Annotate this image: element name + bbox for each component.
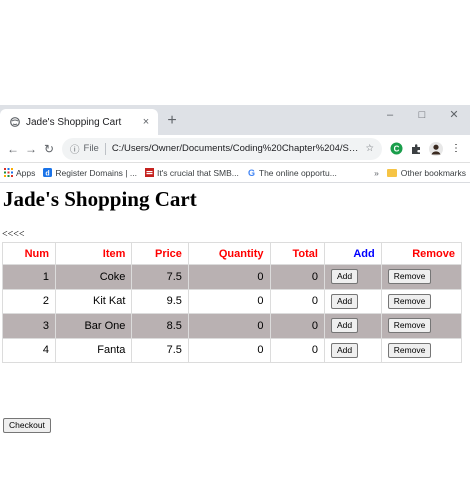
maximize-icon[interactable]: □ [406,105,438,129]
bookmark-star-icon[interactable]: ☆ [365,143,374,154]
add-button[interactable]: Add [330,342,359,358]
cell-total: 0 [269,313,325,339]
bookmark-register-domains[interactable]: d Register Domains | ... [43,168,137,178]
back-link[interactable]: <<<< [0,228,470,242]
folder-icon [386,168,397,177]
bookmark-apps[interactable]: Apps [4,168,35,178]
bookmark-label: Apps [16,167,36,178]
omnibox-divider [104,142,106,155]
extensions-puzzle-icon[interactable] [408,141,424,157]
cell-total: 0 [269,288,325,314]
menu-kebab-icon[interactable]: ⋮ [448,141,464,157]
cell-add: Add [323,288,382,314]
cell-quantity: 0 [187,337,271,363]
other-bookmarks-label: Other bookmarks [400,167,466,178]
info-icon[interactable]: ⓘ [70,142,80,156]
add-button[interactable]: Add [330,293,359,309]
browser-chrome: Jade's Shopping Cart × + – □ ✕ ← → ↻ ⓘ F… [0,105,470,183]
cell-price: 9.5 [131,288,189,314]
svg-text:d: d [46,171,50,178]
svg-text:C: C [393,145,399,154]
table-header-row: Num Item Price Quantity Total Add Remove [1,242,463,265]
header-num: Num [1,242,57,265]
back-arrow-icon[interactable]: ← [4,142,22,156]
new-tab-button[interactable]: + [164,113,180,129]
cell-quantity: 0 [187,288,271,314]
bookmarks-overflow-icon[interactable]: » [374,168,379,178]
header-price: Price [131,242,189,265]
header-remove: Remove [380,242,463,265]
cell-item: Bar One [55,313,133,339]
cell-price: 8.5 [131,313,189,339]
url-text: C:/Users/Owner/Documents/Coding%20Chapte… [111,143,362,154]
add-button[interactable]: Add [330,318,359,334]
cell-remove: Remove [380,264,463,290]
cell-quantity: 0 [187,264,271,290]
cell-num: 3 [1,313,57,339]
reload-icon[interactable]: ↻ [40,142,58,156]
cart-table: Num Item Price Quantity Total Add Remove… [1,242,463,363]
header-quantity: Quantity [187,242,271,265]
checkout-button[interactable]: Checkout [3,418,51,433]
cell-remove: Remove [380,288,463,314]
cell-item: Fanta [55,337,133,363]
cell-add: Add [323,264,382,290]
cell-price: 7.5 [131,264,189,290]
google-icon: G [247,168,256,178]
browser-tab[interactable]: Jade's Shopping Cart × [0,109,158,135]
profile-avatar-icon[interactable] [428,141,444,157]
cell-item: Kit Kat [55,288,133,314]
file-label: File [83,143,99,154]
news-site-icon [144,168,154,177]
cell-num: 2 [1,288,57,314]
table-row: 4 Fanta 7.5 0 0 Add Remove [1,337,463,363]
cell-num: 1 [1,264,57,290]
tab-strip: Jade's Shopping Cart × + – □ ✕ [0,105,470,135]
cell-add: Add [323,337,382,363]
cell-remove: Remove [380,337,463,363]
remove-button[interactable]: Remove [387,293,432,309]
minimize-icon[interactable]: – [374,105,406,129]
header-add: Add [323,242,382,265]
page-title: Jade's Shopping Cart [3,187,197,211]
window-controls: – □ ✕ [374,105,470,129]
forward-arrow-icon[interactable]: → [22,142,40,156]
close-window-icon[interactable]: ✕ [438,105,470,129]
cell-quantity: 0 [187,313,271,339]
header-total: Total [269,242,325,265]
svg-text:G: G [248,168,255,177]
bookmark-label: The online opportu... [258,167,337,178]
tab-close-icon[interactable]: × [140,116,152,128]
cell-item: Coke [55,264,133,290]
cell-remove: Remove [380,313,463,339]
globe-icon [10,117,20,127]
cell-num: 4 [1,337,57,363]
table-row: 2 Kit Kat 9.5 0 0 Add Remove [1,288,463,314]
browser-toolbar: ← → ↻ ⓘ File C:/Users/Owner/Documents/Co… [0,135,470,163]
cell-total: 0 [269,264,325,290]
address-bar[interactable]: ⓘ File C:/Users/Owner/Documents/Coding%2… [62,137,382,160]
bookmark-online-opportunity[interactable]: G The online opportu... [247,167,337,179]
extension-c-icon[interactable]: C [388,141,404,157]
table-row: 3 Bar One 8.5 0 0 Add Remove [1,313,463,339]
remove-button[interactable]: Remove [387,269,432,285]
page-content: Jade's Shopping Cart <<<< Num Item Price… [0,184,470,363]
bookmark-label: It's crucial that SMB... [156,167,239,178]
domain-site-icon: d [43,168,53,178]
header-item: Item [55,242,133,265]
cell-price: 7.5 [131,337,189,363]
cell-total: 0 [269,337,325,363]
other-bookmarks[interactable]: Other bookmarks [386,167,466,178]
remove-button[interactable]: Remove [387,318,432,334]
add-button[interactable]: Add [330,269,359,285]
cell-add: Add [323,313,382,339]
bookmark-label: Register Domains | ... [55,167,137,178]
table-row: 1 Coke 7.5 0 0 Add Remove [1,264,463,290]
tab-title: Jade's Shopping Cart [26,116,122,128]
bookmark-smb[interactable]: It's crucial that SMB... [144,167,239,178]
apps-grid-icon [4,168,13,177]
bookmarks-bar: Apps d Register Domains | ... It's cruci… [0,163,470,183]
remove-button[interactable]: Remove [387,342,432,358]
